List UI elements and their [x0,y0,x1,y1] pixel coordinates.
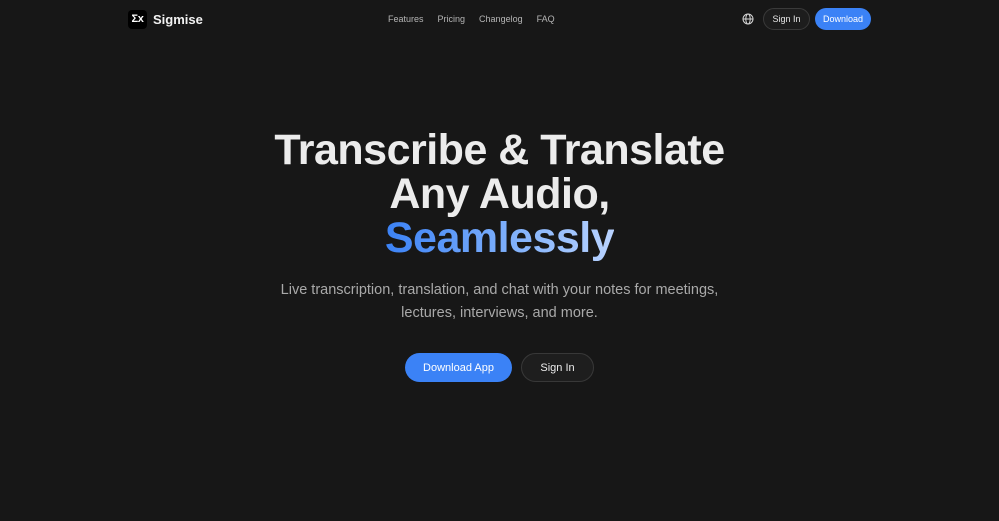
nav-links: Features Pricing Changelog FAQ [388,12,555,26]
brand-logo: Σx [128,9,147,29]
nav-signin-button[interactable]: Sign In [763,8,810,30]
hero-title-line-1: Transcribe & Translate [274,126,725,174]
hero-subtitle-line-2: lectures, interviews, and more. [401,305,598,321]
nav-link-changelog[interactable]: Changelog [479,12,523,26]
top-nav: Σx Sigmise Features Pricing Changelog FA… [0,0,999,38]
hero-title-line-2: Any Audio, [389,170,610,218]
hero-subtitle-line-1: Live transcription, translation, and cha… [280,282,719,298]
hero-title: Transcribe & Translate Any Audio, Seamle… [0,128,999,260]
brand-name: Sigmise [153,11,203,27]
nav-download-button[interactable]: Download [815,8,871,30]
nav-link-features[interactable]: Features [388,12,424,26]
hero-title-accent: Seamlessly [384,214,615,262]
landing-page: Σx Sigmise Features Pricing Changelog FA… [0,0,999,521]
nav-link-faq[interactable]: FAQ [537,12,555,26]
globe-icon[interactable] [741,12,755,26]
hero-signin-button[interactable]: Sign In [521,353,594,382]
hero-subtitle: Live transcription, translation, and cha… [0,279,999,325]
download-app-button[interactable]: Download App [405,353,512,382]
nav-link-pricing[interactable]: Pricing [438,12,466,26]
brand[interactable]: Σx Sigmise [128,9,203,29]
